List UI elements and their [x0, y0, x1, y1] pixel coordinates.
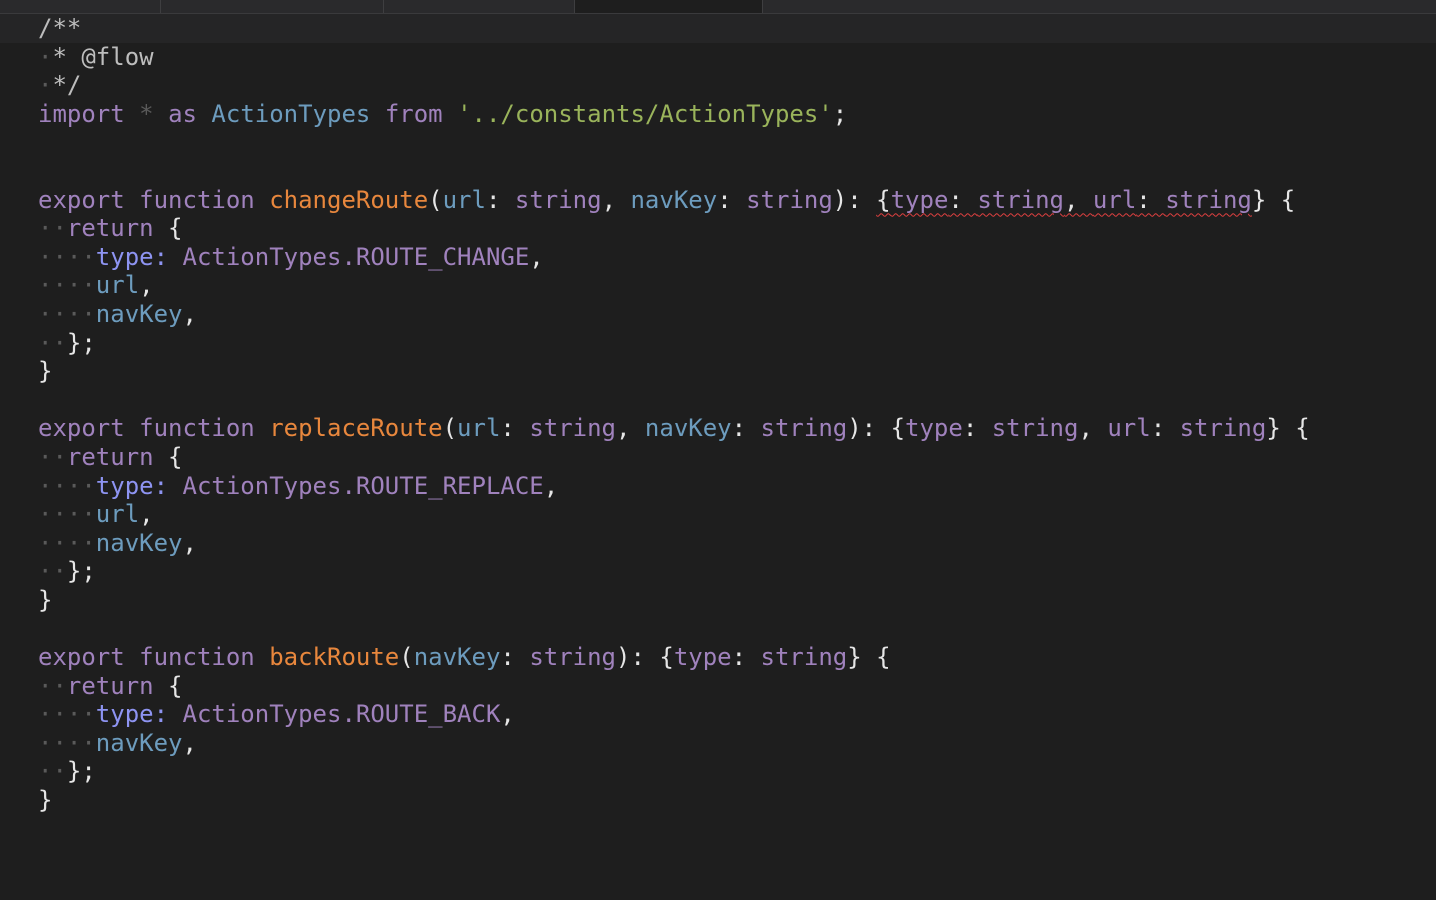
- code-line: export function backRoute(navKey: string…: [38, 643, 891, 672]
- code-line: /**: [0, 14, 1436, 43]
- object-key-token: type: [95, 700, 154, 729]
- code-line: }: [38, 786, 53, 815]
- code-line: ··return {: [38, 671, 183, 700]
- constant-token: ROUTE_CHANGE: [355, 242, 530, 271]
- param-token: navKey: [95, 728, 183, 757]
- function-name-token: changeRoute: [269, 185, 429, 214]
- param-token: url: [442, 185, 486, 214]
- keyword-token: return: [66, 442, 154, 471]
- code-line: export function replaceRoute(url: string…: [38, 414, 1310, 443]
- code-line: ·*/: [38, 71, 82, 100]
- type-token: string: [1165, 185, 1252, 214]
- type-token: string: [746, 185, 833, 214]
- type-key-token: url: [1092, 185, 1137, 214]
- param-token: url: [95, 271, 140, 300]
- code-line: ····type: ActionTypes.ROUTE_REPLACE,: [38, 471, 559, 500]
- comment-token: * @flow: [52, 42, 154, 71]
- code-line: import * as ActionTypes from '../constan…: [38, 100, 1436, 129]
- type-key-token: url: [1107, 414, 1151, 443]
- code-line: ··return {: [38, 442, 183, 471]
- keyword-token: export: [38, 643, 125, 672]
- type-token: string: [514, 185, 602, 214]
- code-line: ·* @flow: [38, 42, 154, 71]
- keyword-token: from: [384, 99, 443, 128]
- function-name-token: replaceRoute: [269, 414, 443, 443]
- code-line: ····navKey,: [38, 299, 197, 328]
- code-line: ··};: [38, 557, 96, 586]
- type-key-token: type: [673, 643, 732, 672]
- type-key-token: type: [905, 414, 963, 443]
- param-token: navKey: [413, 643, 501, 672]
- code-editor[interactable]: /** ·* @flow ·*/ import * as ActionTypes…: [0, 0, 1436, 900]
- keyword-token: function: [139, 414, 255, 443]
- type-key-token: type: [890, 185, 949, 214]
- comment-token: /**: [38, 14, 82, 42]
- type-token: string: [529, 414, 617, 443]
- type-token: string: [760, 643, 848, 672]
- code-line: ····url,: [38, 271, 154, 300]
- code-line: ····type: ActionTypes.ROUTE_CHANGE,: [38, 242, 544, 271]
- keyword-token: return: [66, 214, 154, 243]
- keyword-token: export: [38, 414, 125, 443]
- object-key-token: type: [95, 242, 154, 271]
- constant-token: ROUTE_REPLACE: [355, 471, 544, 500]
- object-key-token: type: [95, 471, 154, 500]
- tab-2[interactable]: [161, 0, 384, 13]
- tab-bar: [0, 0, 1436, 14]
- tab-1[interactable]: [0, 0, 161, 13]
- param-token: navKey: [95, 528, 183, 557]
- code-line: }: [38, 357, 53, 386]
- operator-token: *: [139, 99, 154, 128]
- code-line: ··return {: [38, 214, 183, 243]
- code-line: ····navKey,: [38, 728, 197, 757]
- namespace-token: ActionTypes: [182, 242, 342, 271]
- tab-3[interactable]: [384, 0, 575, 13]
- function-name-token: backRoute: [269, 643, 400, 672]
- keyword-token: as: [168, 99, 197, 128]
- type-error-squiggle[interactable]: {type: string, url: string: [876, 186, 1252, 214]
- param-token: navKey: [644, 414, 732, 443]
- type-token: string: [977, 185, 1065, 214]
- punctuation-token: ;: [832, 99, 848, 128]
- comment-token: */: [52, 71, 82, 100]
- namespace-token: ActionTypes: [182, 471, 342, 500]
- param-token: url: [457, 414, 501, 443]
- keyword-token: return: [66, 671, 154, 700]
- namespace-token: ActionTypes: [211, 99, 371, 128]
- param-token: navKey: [95, 299, 183, 328]
- keyword-token: function: [139, 185, 255, 214]
- constant-token: ROUTE_BACK: [355, 700, 501, 729]
- code-line: ····url,: [38, 500, 154, 529]
- param-token: navKey: [630, 185, 718, 214]
- keyword-token: export: [38, 185, 125, 214]
- keyword-token: function: [139, 643, 255, 672]
- code-line: }: [38, 585, 53, 614]
- type-token: string: [529, 643, 617, 672]
- code-line: ··};: [38, 757, 96, 786]
- keyword-token: import: [38, 99, 125, 128]
- code-line: ····type: ActionTypes.ROUTE_BACK,: [38, 700, 515, 729]
- param-token: url: [95, 500, 140, 529]
- code-line: ··};: [38, 328, 96, 357]
- code-line: export function changeRoute(url: string,…: [38, 185, 1296, 214]
- namespace-token: ActionTypes: [182, 700, 342, 729]
- string-token: '../constants/ActionTypes': [457, 99, 833, 128]
- type-token: string: [760, 414, 848, 443]
- code-area[interactable]: /** ·* @flow ·*/ import * as ActionTypes…: [0, 14, 1436, 815]
- type-token: string: [1179, 414, 1267, 443]
- tab-4-active[interactable]: [575, 0, 763, 13]
- type-token: string: [991, 414, 1079, 443]
- code-line: ····navKey,: [38, 528, 197, 557]
